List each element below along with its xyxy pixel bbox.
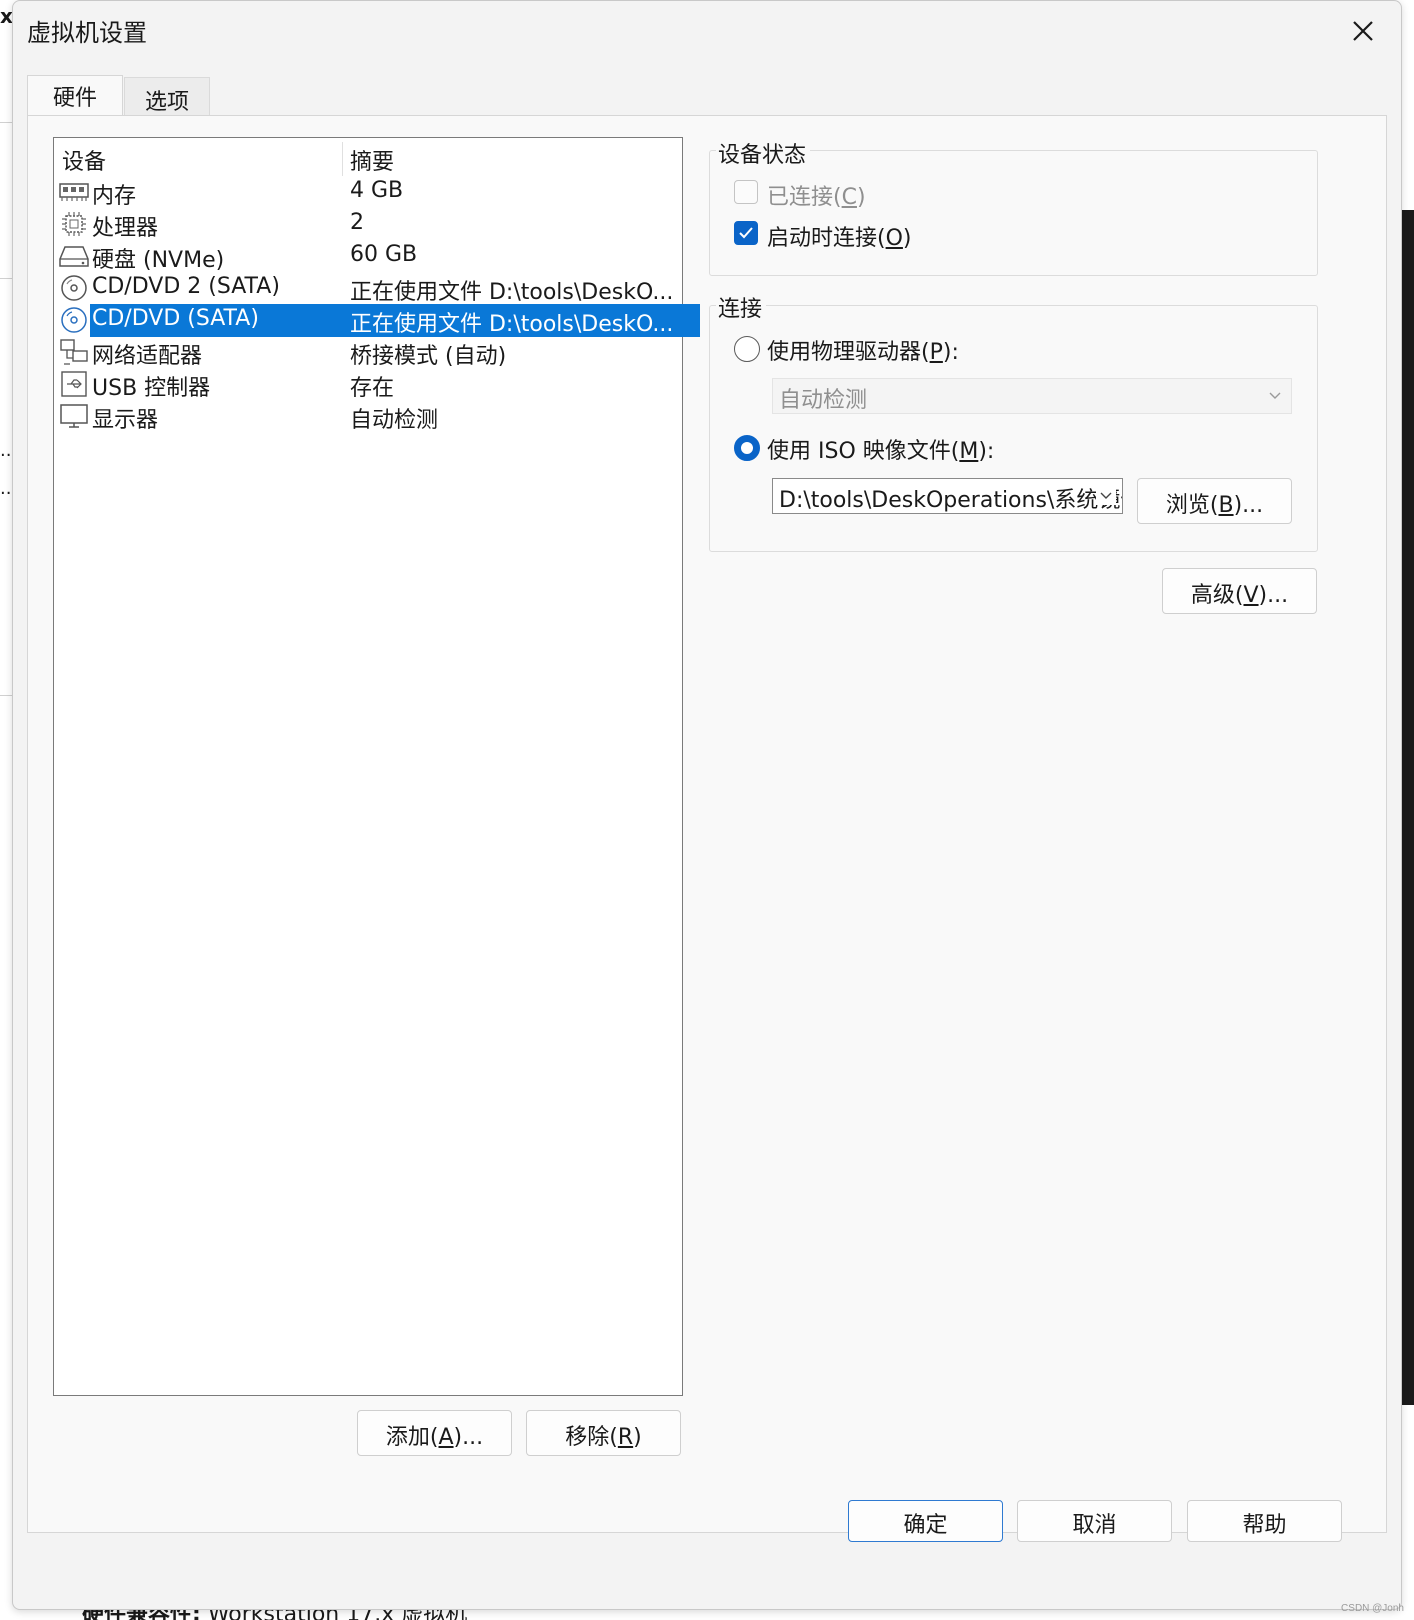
option-text-suffix: ): — [942, 340, 959, 365]
option-text-suffix: ) — [902, 226, 912, 251]
iso-path-value: D:\tools\DeskOperations\系统镜像 — [779, 488, 1123, 513]
device-row-usb-controller[interactable]: USB 控制器 存在 — [54, 368, 682, 401]
option-text: 使用 ISO 映像文件( — [767, 439, 960, 464]
add-device-button[interactable]: 添加(A)... — [357, 1410, 512, 1456]
help-button[interactable]: 帮助 — [1187, 1500, 1342, 1542]
device-name: CD/DVD (SATA) — [92, 306, 259, 331]
device-summary: 自动检测 — [350, 408, 439, 433]
option-accesskey: O — [885, 226, 903, 251]
device-row-processor[interactable]: 处理器 2 — [54, 208, 682, 241]
tab-hardware[interactable]: 硬件 — [27, 75, 123, 117]
iso-path-combobox[interactable]: D:\tools\DeskOperations\系统镜像 — [772, 478, 1123, 514]
chevron-down-icon[interactable] — [1096, 485, 1116, 505]
browse-button[interactable]: 浏览(B)... — [1137, 478, 1292, 524]
connected-label: 已连接(C) — [767, 179, 866, 211]
connect-at-power-on-checkbox[interactable] — [734, 221, 758, 245]
button-text-suffix: ) — [633, 1425, 642, 1450]
network-adapter-icon — [59, 338, 89, 366]
button-text-suffix: )... — [453, 1425, 484, 1450]
device-status-label: 设备状态 — [716, 137, 811, 169]
memory-icon — [59, 178, 89, 206]
physical-drive-label: 使用物理驱动器(P): — [767, 334, 959, 366]
button-text-suffix: )... — [1258, 583, 1289, 608]
usb-controller-icon — [59, 370, 89, 398]
column-separator — [342, 142, 343, 176]
device-list[interactable]: 设备 摘要 内存 4 GB 处理器 2 硬盘 (NVMe) 60 GB CD/D… — [53, 137, 700, 1396]
iso-image-label: 使用 ISO 映像文件(M): — [767, 433, 994, 465]
device-name: 处理器 — [92, 216, 159, 241]
button-accesskey: R — [617, 1425, 634, 1450]
harddisk-icon — [59, 242, 89, 270]
button-text-suffix: )... — [1233, 493, 1264, 518]
button-accesskey: V — [1243, 583, 1259, 608]
device-row-cd-dvd[interactable]: CD/DVD (SATA) 正在使用文件 D:\tools\DeskO... — [54, 304, 700, 337]
device-summary: 存在 — [350, 376, 395, 401]
device-summary: 60 GB — [350, 242, 418, 267]
background-ellipsis: .. — [0, 478, 12, 499]
device-row-network-adapter[interactable]: 网络适配器 桥接模式 (自动) — [54, 336, 682, 369]
device-summary: 4 GB — [350, 178, 404, 203]
remove-device-button[interactable]: 移除(R) — [526, 1410, 681, 1456]
advanced-button[interactable]: 高级(V)... — [1162, 568, 1317, 614]
connect-at-power-on-label: 启动时连接(O) — [767, 220, 912, 252]
ok-button[interactable]: 确定 — [848, 1500, 1003, 1542]
close-icon[interactable] — [1347, 15, 1379, 47]
background-ellipsis: .. — [0, 440, 12, 461]
device-summary: 正在使用文件 D:\tools\DeskO... — [350, 312, 674, 337]
background-divider — [0, 122, 12, 123]
physical-drive-radio[interactable] — [734, 336, 760, 362]
vm-settings-dialog: 虚拟机设置 硬件 选项 设备 摘要 内存 4 GB 处理器 2 硬盘 (NVMe… — [12, 0, 1402, 1610]
option-text: 启动时连接( — [767, 226, 886, 251]
chevron-down-icon — [1265, 385, 1285, 405]
device-list-header: 设备 摘要 — [54, 138, 682, 178]
option-accesskey: P — [929, 340, 943, 365]
option-text: 使用物理驱动器( — [767, 340, 930, 365]
processor-icon — [59, 210, 89, 238]
checkmark-icon — [739, 227, 753, 239]
device-row-display[interactable]: 显示器 自动检测 — [54, 400, 682, 433]
dialog-title: 虚拟机设置 — [27, 19, 147, 47]
device-row-cd-dvd-2[interactable]: CD/DVD 2 (SATA) 正在使用文件 D:\tools\DeskO... — [54, 272, 682, 305]
option-text-suffix: ): — [978, 439, 995, 464]
button-text: 高级( — [1190, 583, 1244, 608]
display-icon — [59, 402, 89, 430]
column-header-summary[interactable]: 摘要 — [350, 144, 394, 176]
cd-dvd-icon — [59, 274, 89, 302]
device-name: 硬盘 (NVMe) — [92, 248, 225, 273]
device-summary: 2 — [350, 210, 364, 235]
tab-options[interactable]: 选项 — [124, 77, 210, 119]
watermark: CSDN @Jonh — [1341, 1603, 1404, 1614]
button-text: 移除( — [565, 1425, 618, 1450]
device-row-harddisk[interactable]: 硬盘 (NVMe) 60 GB — [54, 240, 682, 273]
column-header-device[interactable]: 设备 — [62, 144, 106, 176]
device-name: 内存 — [92, 184, 137, 209]
option-accesskey: M — [959, 439, 979, 464]
device-summary: 桥接模式 (自动) — [350, 344, 507, 369]
connection-label: 连接 — [716, 291, 767, 323]
button-accesskey: B — [1218, 493, 1234, 518]
background-window-edge — [1402, 210, 1414, 1405]
button-text: 浏览( — [1165, 493, 1219, 518]
cancel-button[interactable]: 取消 — [1017, 1500, 1172, 1542]
background-glyph: x — [0, 4, 13, 28]
option-text: 已连接( — [767, 185, 842, 210]
device-name: 网络适配器 — [92, 344, 203, 369]
device-summary: 正在使用文件 D:\tools\DeskO... — [350, 280, 674, 305]
physical-drive-select[interactable]: 自动检测 — [772, 378, 1292, 414]
option-text-suffix: ) — [856, 185, 866, 210]
device-row-memory[interactable]: 内存 4 GB — [54, 176, 682, 209]
button-text: 添加( — [385, 1425, 439, 1450]
button-accesskey: A — [438, 1425, 454, 1450]
iso-image-radio[interactable] — [734, 435, 760, 461]
device-name: USB 控制器 — [92, 376, 211, 401]
cd-dvd-icon — [59, 306, 89, 334]
option-accesskey: C — [841, 185, 857, 210]
select-value: 自动检测 — [779, 388, 868, 413]
device-name: 显示器 — [92, 408, 159, 433]
connected-checkbox[interactable] — [734, 180, 758, 204]
background-divider — [0, 278, 12, 279]
device-name: CD/DVD 2 (SATA) — [92, 274, 280, 299]
background-divider — [0, 695, 12, 696]
